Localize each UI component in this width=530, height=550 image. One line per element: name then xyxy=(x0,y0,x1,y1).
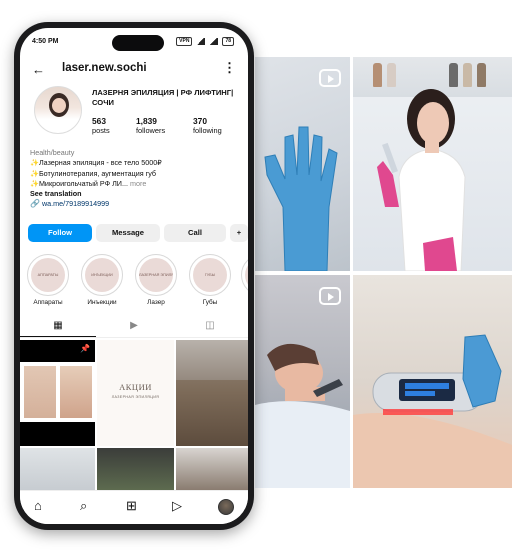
highlight-label: Аппараты xyxy=(33,299,63,306)
post-thumbnail[interactable] xyxy=(176,340,248,446)
stat-followers[interactable]: 1,839 followers xyxy=(136,116,165,136)
phone-frame: 4:50 PM VPN 78 ← laser.new.sochi ⋮ ЛАЗЕР… xyxy=(14,22,254,530)
highlight-label: Губы xyxy=(202,299,218,306)
profile-avatar[interactable] xyxy=(34,86,82,134)
bio-line: ✨Микроигольчатый РФ ЛИ... xyxy=(30,178,128,188)
add-person-icon[interactable]: + xyxy=(230,224,248,242)
vpn-badge: VPN xyxy=(176,37,193,46)
profile-username: laser.new.sochi xyxy=(62,62,147,74)
profile-display-name: ЛАЗЕРНЯ ЭПИЛЯЦИЯ | РФ ЛИФТИНГ| СОЧИ xyxy=(92,88,234,107)
tab-grid-icon[interactable]: ▦ xyxy=(20,320,96,331)
search-icon[interactable]: ⌕ xyxy=(80,498,87,514)
post-thumbnail[interactable]: АКЦИИ ЛАЗЕРНАЯ ЭПИЛЯЦИЯ xyxy=(97,340,174,446)
highlight-partial[interactable] xyxy=(240,254,248,296)
post-thumbnail[interactable]: 📌 xyxy=(20,340,95,446)
status-bar: 4:50 PM VPN 78 xyxy=(20,28,248,54)
profile-tabs: ▦ ▶ ◫ xyxy=(20,316,248,338)
follow-button[interactable]: Follow xyxy=(28,224,92,242)
highlight-ring xyxy=(241,254,248,296)
promo-subtitle: ЛАЗЕРНАЯ ЭПИЛЯЦИЯ xyxy=(111,395,160,399)
status-time: 4:50 PM xyxy=(32,38,59,45)
highlight-laser[interactable]: ЛАЗЕРНАЯ ЭПИЛЯЦИЯ Лазер xyxy=(134,254,178,306)
reels-icon[interactable]: ▷ xyxy=(172,498,182,514)
home-icon[interactable]: ⌂ xyxy=(34,498,42,513)
highlight-injections[interactable]: ИНЪЕКЦИИ Инъекции xyxy=(80,254,124,306)
highlight-ring: ИНЪЕКЦИИ xyxy=(81,254,123,296)
bio-line: ✨Ботулинотерапия, аугментация губ xyxy=(30,168,157,178)
bio-more-link[interactable]: more xyxy=(130,179,146,188)
call-button[interactable]: Call xyxy=(164,224,226,242)
photo-face-treatment xyxy=(255,275,350,488)
highlight-lips[interactable]: ГУБЫ Губы xyxy=(188,254,232,306)
promo-title: АКЦИИ xyxy=(119,382,152,392)
promo-composition: 4:50 PM VPN 78 ← laser.new.sochi ⋮ ЛАЗЕР… xyxy=(0,0,530,550)
highlight-ring: АППАРАТЫ xyxy=(27,254,69,296)
active-tab-indicator xyxy=(20,336,96,337)
bio-line: ✨Лазерная эпиляция - все тело 5000₽ xyxy=(30,158,162,168)
profile-bio: Health/beauty ✨Лазерная эпиляция - все т… xyxy=(30,148,240,210)
profile-actions: Follow Message Call + xyxy=(28,224,248,242)
post-thumbnail[interactable] xyxy=(176,448,248,490)
highlight-cover: АППАРАТЫ xyxy=(31,258,65,292)
more-options-icon[interactable]: ⋮ xyxy=(223,60,236,76)
tab-reels-icon[interactable]: ▶ xyxy=(96,320,172,331)
highlight-cover: ГУБЫ xyxy=(193,258,227,292)
create-icon[interactable]: ⊞ xyxy=(126,498,137,514)
post-thumbnail[interactable] xyxy=(97,448,174,490)
status-icons: VPN 78 xyxy=(176,37,234,46)
highlight-cover: ИНЪЕКЦИИ xyxy=(85,258,119,292)
highlight-ring: ЛАЗЕРНАЯ ЭПИЛЯЦИЯ xyxy=(135,254,177,296)
photo-doctor-portrait xyxy=(353,57,512,271)
pin-icon: 📌 xyxy=(80,344,90,353)
bottom-navigation: ⌂ ⌕ ⊞ ▷ xyxy=(20,490,248,524)
stat-followers-label: followers xyxy=(136,126,166,135)
post-thumbnail[interactable] xyxy=(20,448,95,490)
reel-icon xyxy=(319,69,341,87)
back-arrow-icon[interactable]: ← xyxy=(32,62,45,77)
profile-header: ← laser.new.sochi ⋮ xyxy=(20,58,248,80)
wifi-icon xyxy=(209,38,219,45)
link-icon: 🔗 xyxy=(30,199,40,209)
tab-tagged-icon[interactable]: ◫ xyxy=(172,320,248,331)
profile-link-text: wa.me/79189914999 xyxy=(41,199,110,209)
highlight-apparatus[interactable]: АППАРАТЫ Аппараты xyxy=(26,254,70,306)
profile-avatar-icon[interactable] xyxy=(218,499,234,515)
photo-laser-device xyxy=(353,275,512,488)
stat-followers-value: 1,839 xyxy=(136,116,157,126)
photo-gloved-hand xyxy=(255,57,350,271)
stat-following[interactable]: 370 following xyxy=(193,116,222,136)
highlight-ring: ГУБЫ xyxy=(189,254,231,296)
stat-posts-label: posts xyxy=(92,126,110,135)
highlight-cover xyxy=(245,258,248,292)
battery-icon: 78 xyxy=(222,37,234,46)
see-translation-link[interactable]: See translation xyxy=(30,189,240,199)
phone-screen: 4:50 PM VPN 78 ← laser.new.sochi ⋮ ЛАЗЕР… xyxy=(20,28,248,524)
message-button[interactable]: Message xyxy=(96,224,160,242)
stat-following-label: following xyxy=(193,126,222,135)
reel-icon xyxy=(319,287,341,305)
highlight-cover: ЛАЗЕРНАЯ ЭПИЛЯЦИЯ xyxy=(139,258,173,292)
highlight-label: Инъекции xyxy=(87,299,117,306)
profile-category: Health/beauty xyxy=(30,148,75,157)
stat-posts[interactable]: 563 posts xyxy=(92,116,110,136)
stat-posts-value: 563 xyxy=(92,116,106,126)
stat-following-value: 370 xyxy=(193,116,207,126)
signal-icon xyxy=(196,38,206,45)
highlight-label: Лазер xyxy=(147,299,165,306)
profile-link[interactable]: 🔗 wa.me/79189914999 xyxy=(30,199,240,209)
